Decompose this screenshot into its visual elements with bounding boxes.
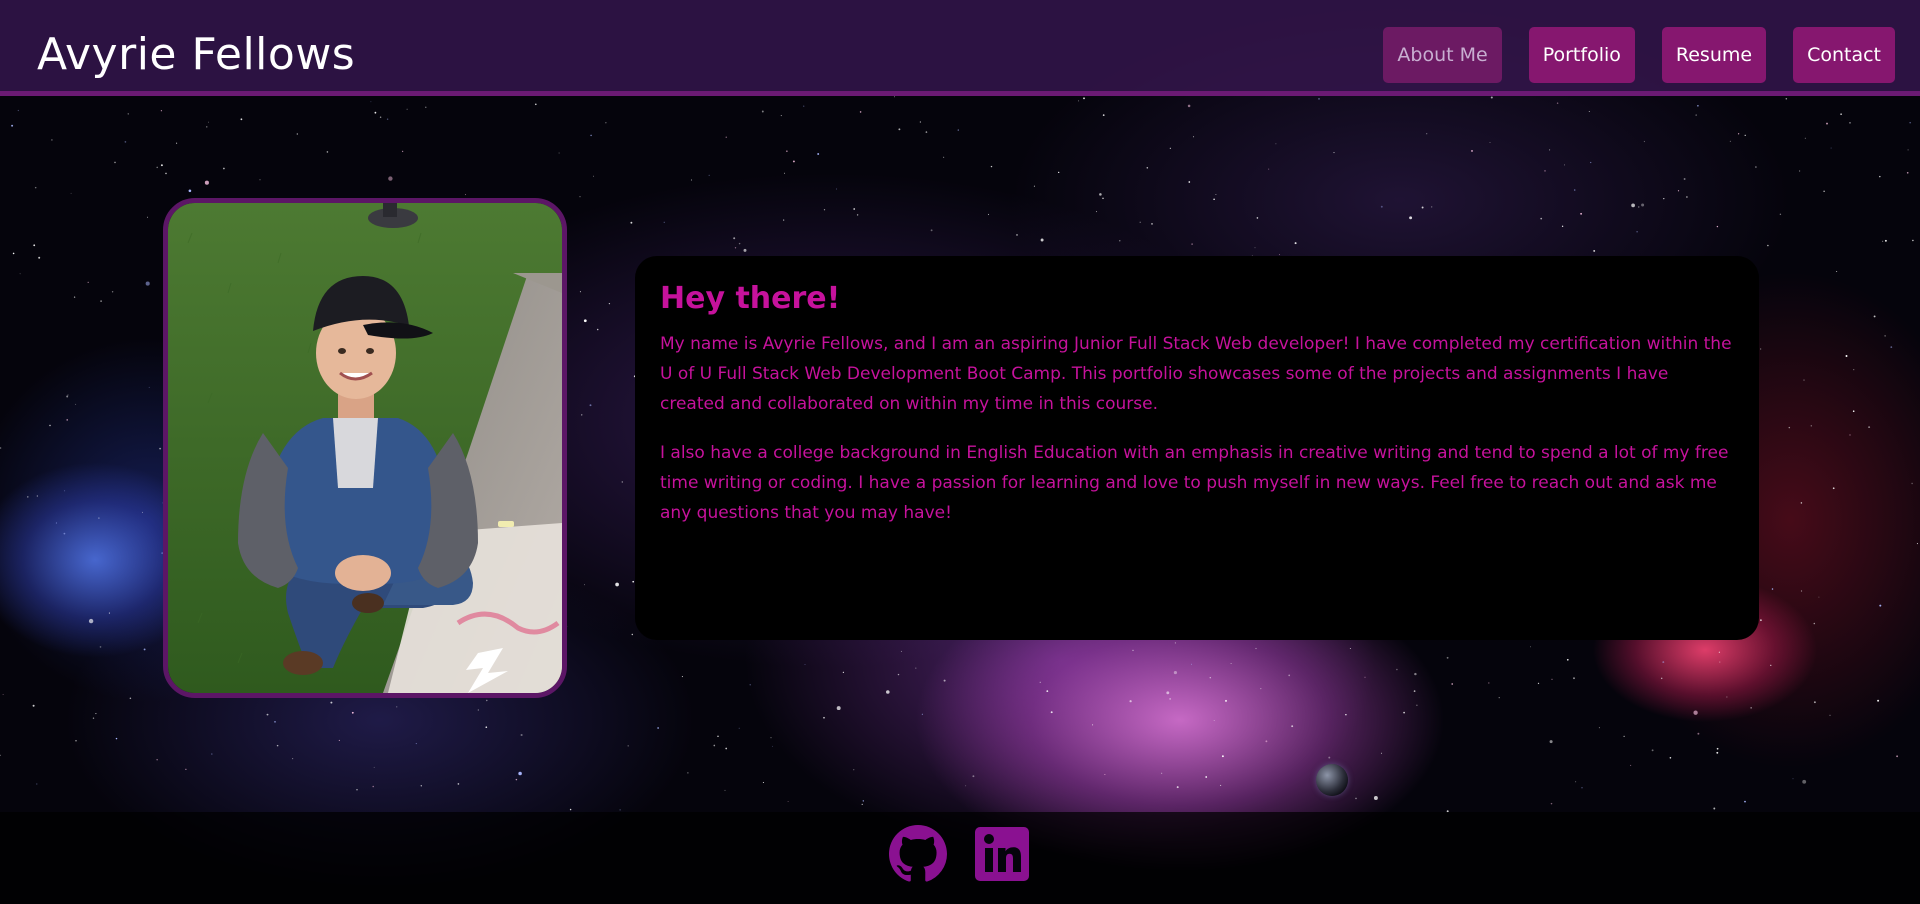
nav-about-me-button[interactable]: About Me (1383, 27, 1502, 83)
about-paragraph-2: I also have a college background in Engl… (660, 443, 1729, 523)
planet-decoration (1316, 764, 1348, 796)
about-card: Hey there! My name is Avyrie Fellows, an… (635, 256, 1759, 640)
nav-portfolio-button[interactable]: Portfolio (1528, 27, 1635, 83)
main-nav: About Me Portfolio Resume Contact (1383, 27, 1895, 83)
nav-contact-button[interactable]: Contact (1793, 27, 1895, 83)
profile-photo (163, 198, 567, 698)
social-links (889, 825, 1031, 883)
linkedin-icon (975, 827, 1029, 881)
github-icon (889, 825, 947, 882)
github-link[interactable] (889, 825, 947, 883)
about-paragraph-1: My name is Avyrie Fellows, and I am an a… (660, 334, 1732, 414)
about-heading: Hey there! (660, 281, 841, 316)
linkedin-link[interactable] (973, 825, 1031, 883)
site-header: Avyrie Fellows About Me Portfolio Resume… (0, 0, 1920, 96)
nav-resume-button[interactable]: Resume (1661, 27, 1767, 83)
site-title: Avyrie Fellows (37, 29, 356, 80)
